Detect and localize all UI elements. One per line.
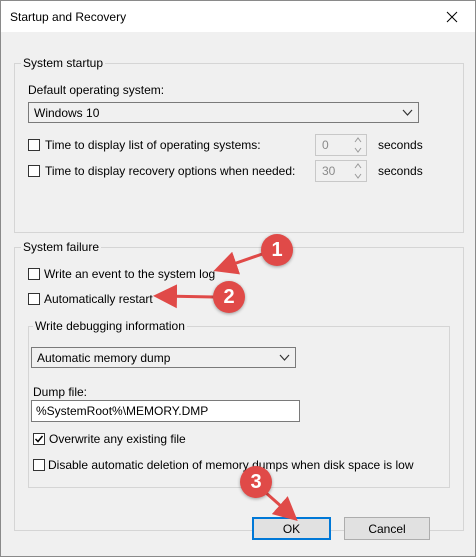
annotation-badge-1: 1	[261, 234, 293, 266]
annotation-arrows	[153, 250, 298, 521]
annotation-badge-2: 2	[213, 281, 245, 313]
annotation-arrow-2	[153, 284, 215, 309]
annotation-arrow-3	[264, 490, 298, 521]
annotation-badge-3: 3	[240, 466, 272, 498]
